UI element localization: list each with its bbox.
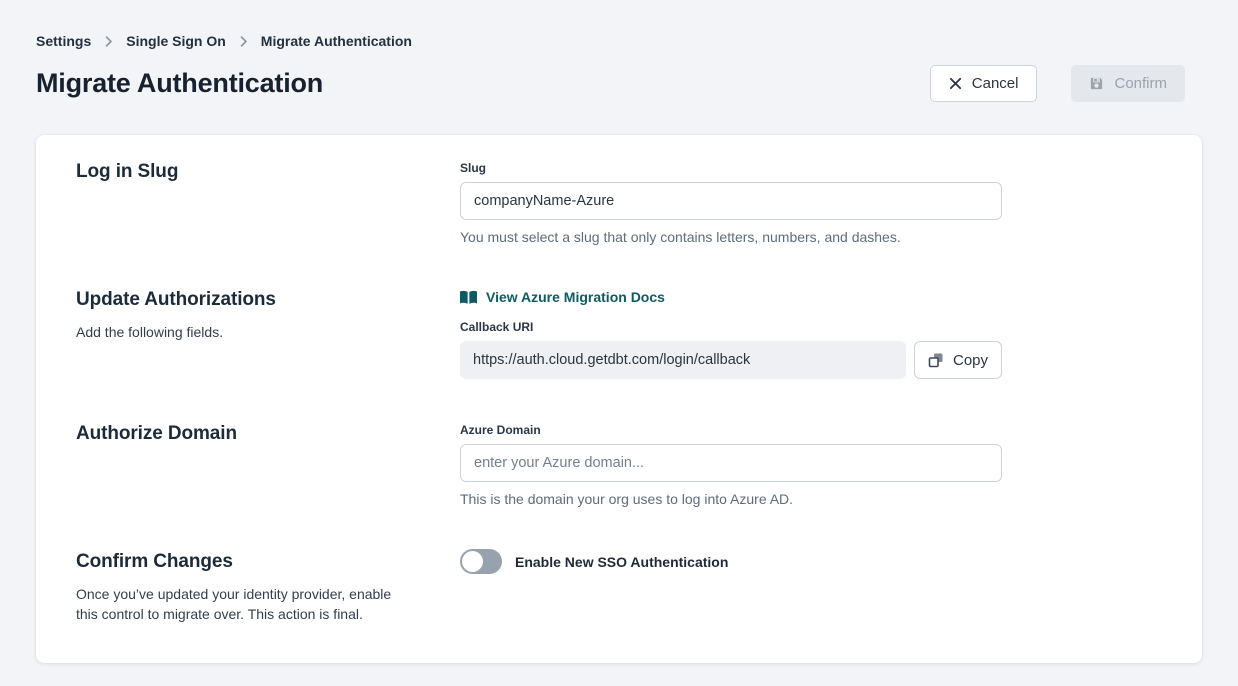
chevron-right-icon bbox=[102, 35, 115, 48]
chevron-right-icon bbox=[237, 35, 250, 48]
breadcrumb-migrate-authentication: Migrate Authentication bbox=[261, 33, 412, 49]
page-header: Settings Single Sign On Migrate Authenti… bbox=[0, 0, 1238, 102]
cancel-button[interactable]: Cancel bbox=[930, 65, 1038, 102]
copy-icon bbox=[928, 352, 944, 368]
confirm-button[interactable]: Confirm bbox=[1071, 65, 1185, 102]
slug-field-label: Slug bbox=[460, 161, 1002, 175]
header-actions: Cancel Confirm bbox=[930, 65, 1185, 102]
callback-uri-field-label: Callback URI bbox=[460, 320, 1002, 334]
authorize-domain-heading: Authorize Domain bbox=[76, 423, 416, 445]
azure-migration-docs-link[interactable]: View Azure Migration Docs bbox=[460, 289, 665, 305]
slug-helper-text: You must select a slug that only contain… bbox=[460, 229, 1002, 245]
section-update-authorizations: Update Authorizations Add the following … bbox=[76, 289, 1202, 379]
confirm-changes-heading: Confirm Changes bbox=[76, 551, 416, 573]
azure-domain-input[interactable] bbox=[460, 444, 1002, 482]
migrate-authentication-page: Settings Single Sign On Migrate Authenti… bbox=[0, 0, 1238, 686]
section-authorize-domain: Authorize Domain Azure Domain This is th… bbox=[76, 423, 1202, 507]
breadcrumb: Settings Single Sign On Migrate Authenti… bbox=[36, 33, 1185, 49]
page-title: Migrate Authentication bbox=[36, 68, 323, 99]
cancel-button-label: Cancel bbox=[972, 75, 1019, 92]
copy-button-label: Copy bbox=[953, 352, 988, 369]
save-icon bbox=[1089, 76, 1104, 91]
section-confirm-changes: Confirm Changes Once you’ve updated your… bbox=[76, 551, 1202, 625]
copy-button[interactable]: Copy bbox=[914, 341, 1002, 379]
callback-uri-value: https://auth.cloud.getdbt.com/login/call… bbox=[460, 341, 906, 379]
x-icon bbox=[949, 77, 962, 90]
azure-migration-docs-link-label: View Azure Migration Docs bbox=[486, 289, 665, 305]
enable-sso-toggle[interactable] bbox=[460, 549, 502, 574]
open-book-icon bbox=[460, 290, 477, 305]
slug-input[interactable] bbox=[460, 182, 1002, 220]
login-slug-heading: Log in Slug bbox=[76, 161, 416, 183]
update-authorizations-description: Add the following fields. bbox=[76, 322, 416, 342]
azure-domain-helper-text: This is the domain your org uses to log … bbox=[460, 491, 1002, 507]
title-row: Migrate Authentication Cancel Confirm bbox=[36, 65, 1185, 102]
breadcrumb-single-sign-on[interactable]: Single Sign On bbox=[126, 33, 226, 49]
confirm-button-label: Confirm bbox=[1114, 75, 1167, 92]
update-authorizations-heading: Update Authorizations bbox=[76, 289, 416, 311]
breadcrumb-settings[interactable]: Settings bbox=[36, 33, 91, 49]
enable-sso-toggle-label: Enable New SSO Authentication bbox=[515, 554, 728, 570]
confirm-changes-description: Once you’ve updated your identity provid… bbox=[76, 584, 416, 625]
section-login-slug: Log in Slug Slug You must select a slug … bbox=[76, 161, 1202, 245]
toggle-knob bbox=[462, 551, 483, 572]
settings-card: Log in Slug Slug You must select a slug … bbox=[36, 135, 1202, 663]
azure-domain-field-label: Azure Domain bbox=[460, 423, 1002, 437]
